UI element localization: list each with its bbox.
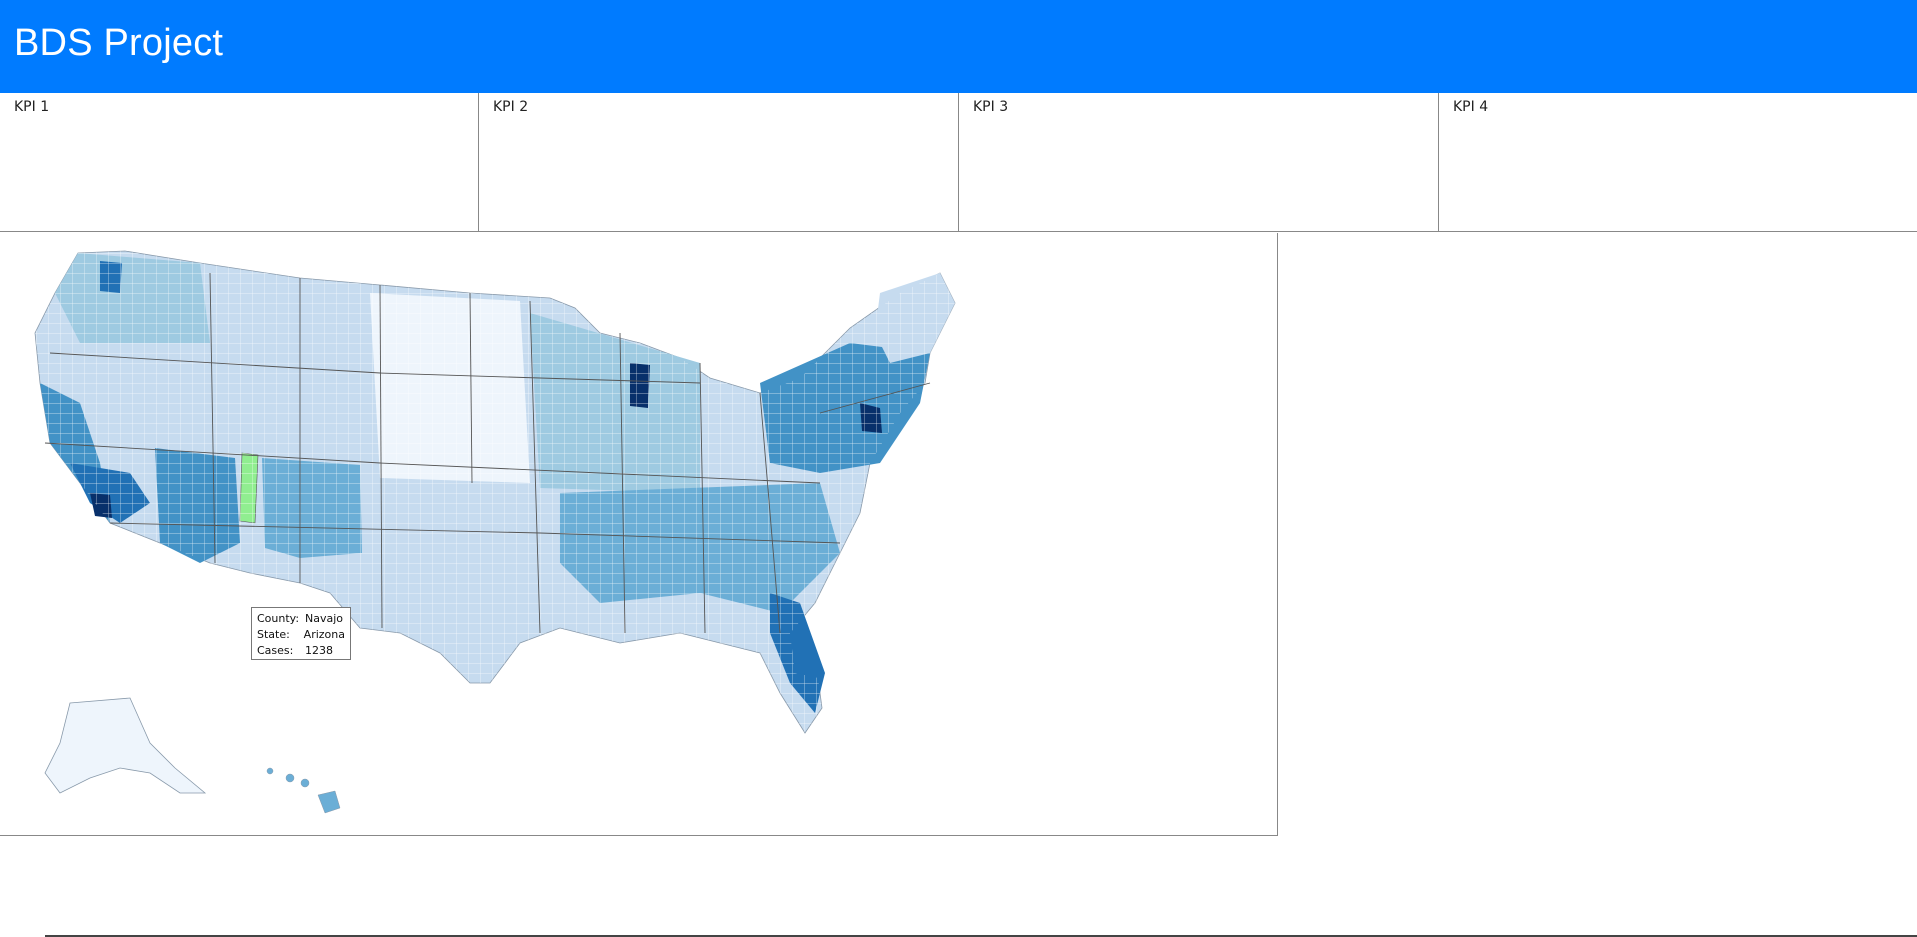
us-county-map-panel[interactable]: County: Navajo State: Arizona Cases: 123…	[0, 233, 1278, 836]
county-tooltip: County: Navajo State: Arizona Cases: 123…	[251, 607, 351, 660]
kpi-card-2: KPI 2	[479, 93, 959, 232]
tooltip-cases-value: 1238	[305, 644, 333, 657]
tooltip-cases-label: Cases:	[257, 644, 294, 657]
tooltip-state-label: State:	[257, 628, 290, 641]
kpi-1-label: KPI 1	[14, 99, 50, 115]
kpi-3-label: KPI 3	[973, 99, 1009, 115]
kpi-card-1: KPI 1	[0, 93, 479, 232]
kpi-card-3: KPI 3	[959, 93, 1439, 232]
app-header: BDS Project	[0, 0, 1917, 93]
tooltip-county-label: County:	[257, 612, 300, 625]
alaska-shape[interactable]	[44, 697, 207, 794]
tooltip-county-value: Navajo	[305, 612, 344, 625]
tooltip-state-value: Arizona	[303, 628, 345, 641]
kpi-card-4: KPI 4	[1439, 93, 1917, 232]
kpi-row: KPI 1 KPI 2 KPI 3 KPI 4	[0, 93, 1917, 233]
kpi-2-label: KPI 2	[493, 99, 529, 115]
app-title: BDS Project	[14, 22, 224, 64]
hawaii-shape[interactable]	[266, 767, 341, 814]
us-county-choropleth-map[interactable]	[0, 233, 1278, 836]
kpi-4-label: KPI 4	[1453, 99, 1489, 115]
